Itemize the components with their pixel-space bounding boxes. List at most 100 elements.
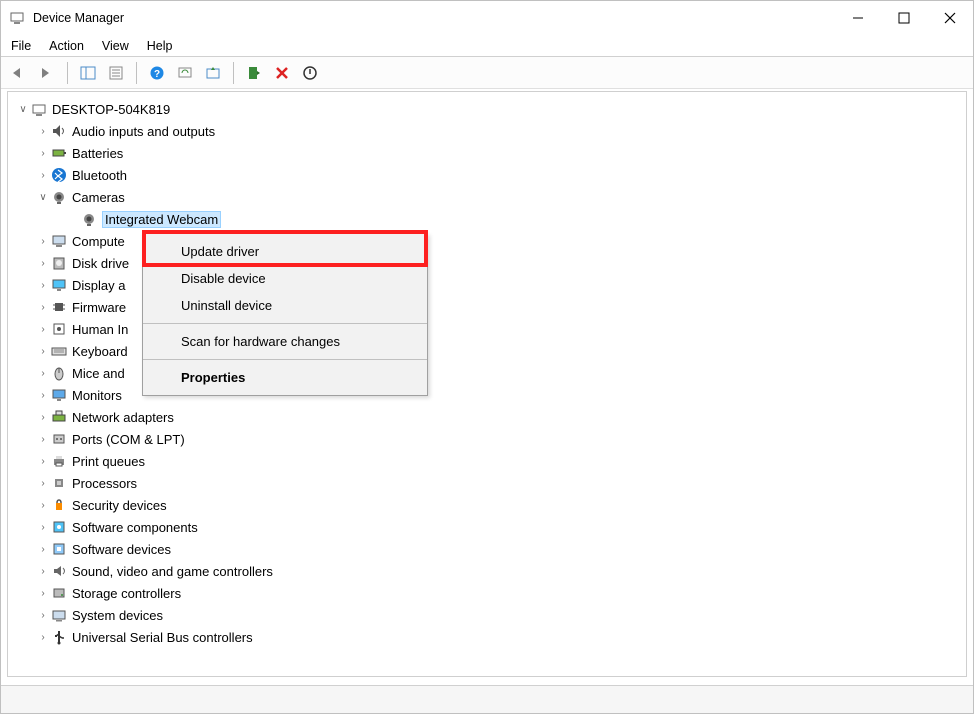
- tree-item-label: Disk drive: [72, 256, 129, 271]
- tree-item-label: Processors: [72, 476, 137, 491]
- tree-item[interactable]: ∨Cameras: [12, 186, 966, 208]
- menu-file[interactable]: File: [11, 39, 31, 53]
- chevron-right-icon[interactable]: ›: [36, 500, 50, 511]
- tree-item[interactable]: ›Software devices: [12, 538, 966, 560]
- tree-item[interactable]: › Ports (COM & LPT): [12, 428, 966, 450]
- tree-item[interactable]: › Universal Serial Bus controllers: [12, 626, 966, 648]
- tree-item-label: Universal Serial Bus controllers: [72, 630, 253, 645]
- tree-item[interactable]: ›Sound, video and game controllers: [12, 560, 966, 582]
- tree-item[interactable]: › Processors: [12, 472, 966, 494]
- show-hide-console-button[interactable]: [76, 61, 100, 85]
- maximize-button[interactable]: [881, 1, 927, 35]
- tree-item[interactable]: › Network adapters: [12, 406, 966, 428]
- camera-icon: [50, 188, 68, 206]
- ctx-separator: [143, 323, 427, 324]
- chevron-right-icon[interactable]: ›: [36, 610, 50, 621]
- scan-hardware-button[interactable]: [173, 61, 197, 85]
- tree-item-label: Network adapters: [72, 410, 174, 425]
- status-bar: [1, 685, 973, 713]
- chevron-down-icon[interactable]: ∨: [16, 104, 30, 115]
- printer-icon: [50, 452, 68, 470]
- tree-item-label: Ports (COM & LPT): [72, 432, 185, 447]
- tree-item[interactable]: ›Security devices: [12, 494, 966, 516]
- chevron-right-icon[interactable]: ›: [36, 632, 50, 643]
- toolbar-separator: [233, 62, 234, 84]
- chevron-right-icon[interactable]: ›: [36, 324, 50, 335]
- chevron-right-icon[interactable]: ›: [36, 368, 50, 379]
- chevron-right-icon[interactable]: ›: [36, 126, 50, 137]
- menu-action[interactable]: Action: [49, 39, 84, 53]
- chevron-right-icon[interactable]: ›: [36, 148, 50, 159]
- tree-item-label: Firmware: [72, 300, 126, 315]
- ctx-uninstall-device[interactable]: Uninstall device: [143, 292, 427, 319]
- minimize-button[interactable]: [835, 1, 881, 35]
- disk-icon: [50, 254, 68, 272]
- tree-item-label: Software components: [72, 520, 198, 535]
- tree-item-label: Monitors: [72, 388, 122, 403]
- hid-icon: [50, 320, 68, 338]
- tree-item[interactable]: › System devices: [12, 604, 966, 626]
- close-button[interactable]: [927, 1, 973, 35]
- chevron-right-icon[interactable]: ›: [36, 302, 50, 313]
- chevron-right-icon[interactable]: ›: [36, 280, 50, 291]
- chevron-right-icon[interactable]: ›: [36, 258, 50, 269]
- svg-text:?: ?: [154, 69, 160, 80]
- disable-device-button[interactable]: [298, 61, 322, 85]
- chevron-right-icon[interactable]: ›: [36, 456, 50, 467]
- uninstall-device-button[interactable]: [270, 61, 294, 85]
- chip-icon: [50, 298, 68, 316]
- chevron-right-icon[interactable]: ›: [36, 412, 50, 423]
- ctx-scan-hardware[interactable]: Scan for hardware changes: [143, 328, 427, 355]
- properties-button[interactable]: [104, 61, 128, 85]
- chevron-down-icon[interactable]: ∨: [36, 192, 50, 203]
- tree-child-label: Integrated Webcam: [102, 211, 221, 228]
- tree-item-label: Keyboard: [72, 344, 128, 359]
- ctx-disable-device[interactable]: Disable device: [143, 265, 427, 292]
- monitor-icon: [50, 386, 68, 404]
- toolbar: ?: [1, 57, 973, 89]
- context-menu: Update driver Disable device Uninstall d…: [142, 233, 428, 396]
- tree-item-label: Bluetooth: [72, 168, 127, 183]
- help-button[interactable]: ?: [145, 61, 169, 85]
- tree-item[interactable]: › Bluetooth: [12, 164, 966, 186]
- chevron-right-icon[interactable]: ›: [36, 522, 50, 533]
- ctx-properties[interactable]: Properties: [143, 364, 427, 391]
- tree-item[interactable]: ›Print queues: [12, 450, 966, 472]
- chevron-right-icon[interactable]: ›: [36, 588, 50, 599]
- window-title: Device Manager: [33, 11, 835, 25]
- usb-icon: [50, 628, 68, 646]
- forward-button[interactable]: [35, 61, 59, 85]
- tree-root-label: DESKTOP-504K819: [52, 102, 170, 117]
- update-driver-button[interactable]: [201, 61, 225, 85]
- computer-icon: [50, 232, 68, 250]
- chevron-right-icon[interactable]: ›: [36, 390, 50, 401]
- tree-item[interactable]: ›Batteries: [12, 142, 966, 164]
- chevron-right-icon[interactable]: ›: [36, 478, 50, 489]
- menu-help[interactable]: Help: [147, 39, 173, 53]
- sound-icon: [50, 562, 68, 580]
- toolbar-separator: [136, 62, 137, 84]
- tree-item-label: Display a: [72, 278, 125, 293]
- tree-item-label: System devices: [72, 608, 163, 623]
- tree-child-item[interactable]: Integrated Webcam: [12, 208, 966, 230]
- speaker-icon: [50, 122, 68, 140]
- bluetooth-icon: [50, 166, 68, 184]
- system-icon: [50, 606, 68, 624]
- menu-view[interactable]: View: [102, 39, 129, 53]
- enable-device-button[interactable]: [242, 61, 266, 85]
- tree-root[interactable]: ∨ DESKTOP-504K819: [12, 98, 966, 120]
- chevron-right-icon[interactable]: ›: [36, 170, 50, 181]
- tree-item[interactable]: ›Storage controllers: [12, 582, 966, 604]
- chevron-right-icon[interactable]: ›: [36, 346, 50, 357]
- tree-item[interactable]: › Software components: [12, 516, 966, 538]
- tree-item-label: Audio inputs and outputs: [72, 124, 215, 139]
- tree-item[interactable]: › Audio inputs and outputs: [12, 120, 966, 142]
- back-button[interactable]: [7, 61, 31, 85]
- chevron-right-icon[interactable]: ›: [36, 236, 50, 247]
- ctx-update-driver[interactable]: Update driver: [143, 238, 427, 265]
- chevron-right-icon[interactable]: ›: [36, 566, 50, 577]
- software2-icon: [50, 540, 68, 558]
- chevron-right-icon[interactable]: ›: [36, 434, 50, 445]
- chevron-right-icon[interactable]: ›: [36, 544, 50, 555]
- network-icon: [50, 408, 68, 426]
